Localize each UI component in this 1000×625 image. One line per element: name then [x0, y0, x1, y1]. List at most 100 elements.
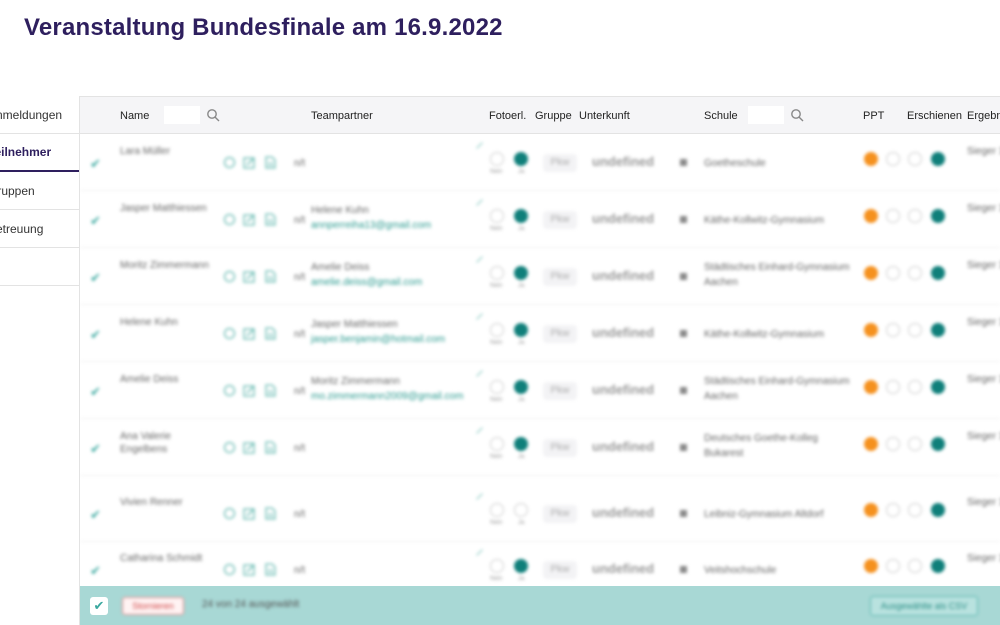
export-csv-button[interactable]: Ausgewählte als CSV	[870, 596, 978, 616]
ppt-radio-yes[interactable]	[886, 209, 900, 223]
group-select[interactable]: Pkw	[543, 325, 577, 343]
ppt-radio-yes[interactable]	[886, 323, 900, 337]
group-select[interactable]: Pkw	[543, 268, 577, 286]
row-checkbox[interactable]: ✔	[90, 384, 104, 399]
edit-pencil-icon[interactable]	[476, 142, 483, 149]
select-all-checkbox[interactable]: ✔	[90, 597, 108, 615]
foto-radio-yes[interactable]	[514, 380, 528, 394]
edit-pencil-icon[interactable]	[476, 199, 483, 206]
row-checkbox[interactable]: ✔	[90, 156, 104, 171]
document-icon[interactable]	[264, 270, 277, 283]
foto-radio-no[interactable]	[490, 380, 504, 394]
edit-pencil-icon[interactable]	[476, 493, 483, 500]
chat-icon[interactable]	[223, 156, 236, 169]
ppt-radio-no[interactable]	[864, 209, 878, 223]
edit-pencil-icon[interactable]	[476, 427, 483, 434]
sidebar-item-0[interactable]: Anmeldungen	[0, 96, 79, 134]
attended-radio-no[interactable]	[908, 437, 922, 451]
row-checkbox[interactable]: ✔	[90, 270, 104, 285]
ppt-radio-no[interactable]	[864, 152, 878, 166]
document-icon[interactable]	[264, 563, 277, 576]
ppt-radio-no[interactable]	[864, 323, 878, 337]
attended-radio-yes[interactable]	[931, 323, 945, 337]
edit-pencil-icon[interactable]	[476, 549, 483, 556]
sidebar-item-4[interactable]: ...	[0, 248, 79, 286]
group-select[interactable]: Pkw	[543, 154, 577, 172]
column-header-fotoerl[interactable]: Fotoerl.	[489, 97, 526, 135]
edit-icon[interactable]	[243, 270, 256, 283]
ppt-radio-no[interactable]	[864, 559, 878, 573]
partner-email[interactable]: mo.zimmermann2009@gmail.com	[311, 391, 463, 402]
partner-email[interactable]: annperreiha13@gmail.com	[311, 220, 431, 231]
ppt-radio-yes[interactable]	[886, 503, 900, 517]
document-icon[interactable]	[264, 327, 277, 340]
sidebar-item-3[interactable]: Betreuung	[0, 210, 79, 248]
group-select[interactable]: Pkw	[543, 505, 577, 523]
chat-icon[interactable]	[223, 270, 236, 283]
foto-radio-no[interactable]	[490, 559, 504, 573]
group-select[interactable]: Pkw	[543, 439, 577, 457]
edit-icon[interactable]	[243, 384, 256, 397]
attended-radio-yes[interactable]	[931, 380, 945, 394]
edit-pencil-icon[interactable]	[476, 256, 483, 263]
foto-radio-no[interactable]	[490, 437, 504, 451]
foto-radio-no[interactable]	[490, 209, 504, 223]
attended-radio-yes[interactable]	[931, 559, 945, 573]
edit-icon[interactable]	[243, 213, 256, 226]
ppt-radio-yes[interactable]	[886, 559, 900, 573]
foto-radio-yes[interactable]	[514, 152, 528, 166]
column-header-schule[interactable]: Schule	[704, 97, 738, 135]
document-icon[interactable]	[264, 441, 277, 454]
edit-icon[interactable]	[243, 327, 256, 340]
column-header-unterkunft[interactable]: Unterkunft	[579, 97, 630, 135]
ppt-radio-yes[interactable]	[886, 266, 900, 280]
attended-radio-no[interactable]	[908, 559, 922, 573]
column-header-gruppe[interactable]: Gruppe	[535, 97, 572, 135]
row-checkbox[interactable]: ✔	[90, 563, 104, 578]
attended-radio-yes[interactable]	[931, 437, 945, 451]
document-icon[interactable]	[264, 156, 277, 169]
ppt-radio-yes[interactable]	[886, 152, 900, 166]
column-header-ppt[interactable]: PPT	[863, 97, 884, 135]
ppt-radio-yes[interactable]	[886, 380, 900, 394]
search-icon[interactable]	[206, 108, 220, 122]
row-checkbox[interactable]: ✔	[90, 213, 104, 228]
chat-icon[interactable]	[223, 327, 236, 340]
document-icon[interactable]	[264, 507, 277, 520]
ppt-radio-no[interactable]	[864, 503, 878, 517]
attended-radio-yes[interactable]	[931, 266, 945, 280]
sidebar-item-1[interactable]: Teilnehmer	[0, 134, 79, 172]
group-select[interactable]: Pkw	[543, 561, 577, 579]
attended-radio-no[interactable]	[908, 503, 922, 517]
foto-radio-yes[interactable]	[514, 437, 528, 451]
attended-radio-no[interactable]	[908, 380, 922, 394]
column-header-erschienen[interactable]: Erschienen	[907, 97, 962, 135]
sidebar-item-2[interactable]: Gruppen	[0, 172, 79, 210]
attended-radio-no[interactable]	[908, 323, 922, 337]
search-icon[interactable]	[790, 108, 804, 122]
chat-icon[interactable]	[223, 441, 236, 454]
foto-radio-no[interactable]	[490, 266, 504, 280]
edit-icon[interactable]	[243, 507, 256, 520]
column-header-ergebnis[interactable]: Ergebnis	[967, 97, 1000, 135]
foto-radio-yes[interactable]	[514, 209, 528, 223]
group-select[interactable]: Pkw	[543, 211, 577, 229]
attended-radio-no[interactable]	[908, 152, 922, 166]
chat-icon[interactable]	[223, 384, 236, 397]
row-checkbox[interactable]: ✔	[90, 507, 104, 522]
foto-radio-no[interactable]	[490, 152, 504, 166]
schule-search-input[interactable]	[748, 106, 784, 124]
attended-radio-yes[interactable]	[931, 209, 945, 223]
edit-icon[interactable]	[243, 563, 256, 576]
document-icon[interactable]	[264, 213, 277, 226]
attended-radio-no[interactable]	[908, 266, 922, 280]
ppt-radio-no[interactable]	[864, 266, 878, 280]
foto-radio-yes[interactable]	[514, 559, 528, 573]
foto-radio-no[interactable]	[490, 503, 504, 517]
row-checkbox[interactable]: ✔	[90, 327, 104, 342]
attended-radio-no[interactable]	[908, 209, 922, 223]
edit-pencil-icon[interactable]	[476, 313, 483, 320]
edit-icon[interactable]	[243, 156, 256, 169]
attended-radio-yes[interactable]	[931, 503, 945, 517]
chat-icon[interactable]	[223, 213, 236, 226]
